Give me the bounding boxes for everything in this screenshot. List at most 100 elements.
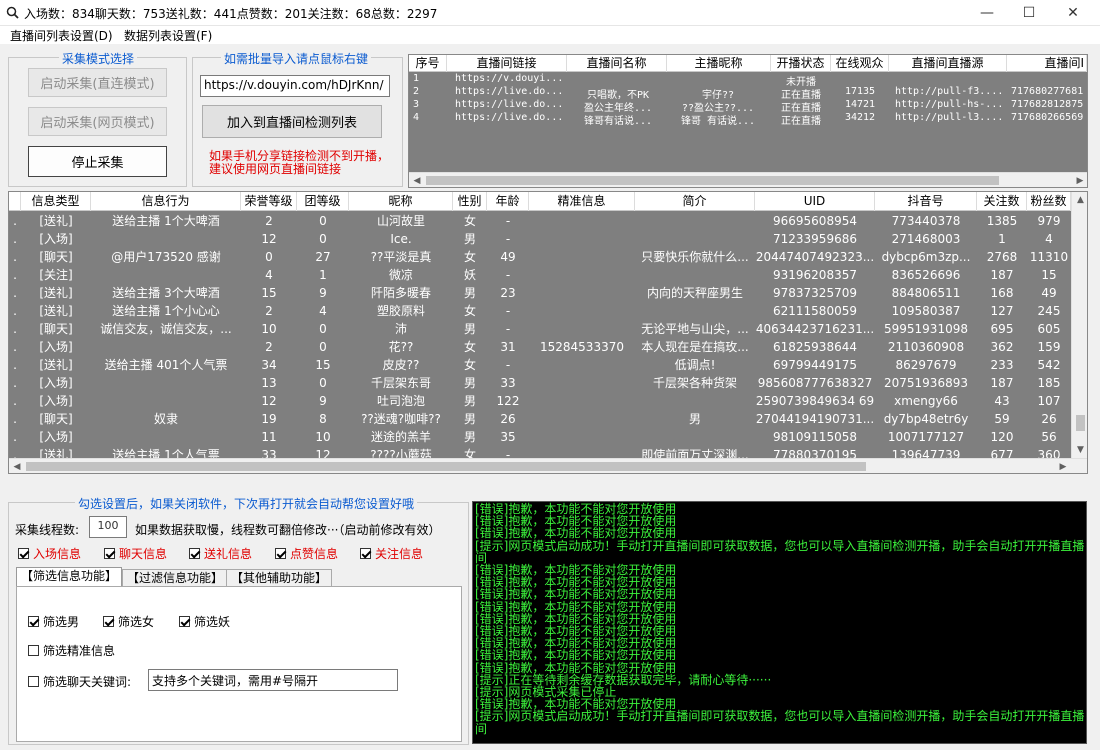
table-cell: [聊天] <box>39 322 73 336</box>
check-enter-info[interactable]: 入场信息 <box>18 545 81 562</box>
start-direct-button[interactable]: 启动采集(直连模式) <box>28 68 167 97</box>
table-row[interactable]: . [送礼] 送给主播 1个大啤酒 2 0 山河故里 女 - 96695608954 773440… <box>9 212 1071 230</box>
tab-exclude-info[interactable]: 【过滤信息功能】 <box>122 569 229 587</box>
table-cell: 诚信交友，诚信交友，... <box>100 322 232 336</box>
check-gift-info[interactable]: 送礼信息 <box>189 545 252 562</box>
table-row[interactable]: . [送礼] 送给主播 1个小心心 2 4 塑胶原料 女 - 62111580059 109580… <box>9 302 1071 320</box>
check-chat-info[interactable]: 聊天信息 <box>104 545 167 562</box>
grid-col-age[interactable]: 年龄 <box>487 192 529 211</box>
table-row[interactable]: . [入场] 13 0 千层架东哥 男 33 千层架各种货架 985608777638327 20… <box>9 374 1071 392</box>
table-cell: 低调点! <box>674 358 716 372</box>
room-col-viewers[interactable]: 在线观众 <box>831 55 889 72</box>
table-cell <box>529 356 635 374</box>
start-web-button[interactable]: 启动采集(网页模式) <box>28 107 167 136</box>
table-cell: 1 <box>998 232 1006 246</box>
table-row[interactable]: . [关注] 4 1 微凉 妖 - 93196208357 836526696 187 15 <box>9 266 1071 284</box>
table-cell <box>91 392 241 410</box>
tab-filter-info[interactable]: 【筛选信息功能】 <box>16 567 123 587</box>
add-to-list-button[interactable]: 加入到直播间检测列表 <box>202 105 382 138</box>
grid-col-precise[interactable]: 精准信息 <box>529 192 635 211</box>
stop-button[interactable]: 停止采集 <box>28 146 167 177</box>
room-list[interactable]: 序号 直播间链接 直播间名称 主播昵称 开播状态 在线观众 直播间直播源 直播间… <box>408 54 1088 188</box>
data-grid[interactable]: 信息类型 信息行为 荣誉等级 团等级 昵称 性别 年龄 精准信息 简介 UID … <box>8 191 1088 474</box>
table-row[interactable]: . [送礼] 送给主播 3个大啤酒 15 9 阡陌多暖春 男 23 内向的天秤座男生 978373… <box>9 284 1071 302</box>
check-like-info[interactable]: 点赞信息 <box>275 545 338 562</box>
check-filter-keywords[interactable]: 筛选聊天关键词: <box>28 673 131 690</box>
scroll-left-icon[interactable]: ◀ <box>409 173 425 187</box>
grid-col-fans[interactable]: 粉丝数 <box>1027 192 1071 211</box>
menu-room-list-settings[interactable]: 直播间列表设置(D) <box>10 27 113 44</box>
log-console[interactable]: [错误]抱歉，本功能不能对您开放使用 [错误]抱歉，本功能不能对您开放使用 [错误]… <box>472 501 1087 744</box>
data-grid-vscroll[interactable]: ▲ ▼ <box>1071 192 1087 458</box>
grid-col-action[interactable]: 信息行为 <box>91 192 241 211</box>
data-grid-hscroll[interactable]: ◀ ▶ <box>9 458 1087 473</box>
thread-input[interactable]: 100 <box>89 516 127 538</box>
room-list-hscroll[interactable]: ◀ ▶ <box>409 172 1087 187</box>
room-col-index[interactable]: 序号 <box>409 55 447 72</box>
grid-col-honor[interactable]: 荣誉等级 <box>241 192 297 211</box>
table-row[interactable]: . [聊天] @用户173520 感谢 0 27 ??平淡是真 女 49 只要快乐你就什么...… <box>9 248 1071 266</box>
table-cell: 2768 <box>986 250 1018 264</box>
row-marker: . <box>13 394 17 408</box>
grid-col-douyin-id[interactable]: 抖音号 <box>875 192 977 211</box>
data-grid-hscroll-thumb[interactable] <box>26 462 866 471</box>
grid-col-nickname[interactable]: 昵称 <box>349 192 453 211</box>
grid-col-type[interactable]: 信息类型 <box>21 192 91 211</box>
table-cell: 迷途的羔羊 <box>370 430 431 444</box>
keyword-input[interactable]: 支持多个关键词，需用#号隔开 <box>148 669 398 691</box>
scroll-up-icon[interactable]: ▲ <box>1072 192 1087 208</box>
room-list-hscroll-thumb[interactable] <box>426 176 999 185</box>
table-row[interactable]: . [入场] 12 0 Ice. 男 - 71233959686 271468003 1 4 <box>9 230 1071 248</box>
scroll-down-icon[interactable]: ▼ <box>1072 442 1087 458</box>
room-col-id[interactable]: 直播间I <box>1007 55 1087 72</box>
log-line: [错误]抱歉，本功能不能对您开放使用 <box>475 526 677 541</box>
scroll-right-icon[interactable]: ▶ <box>1072 173 1087 187</box>
check-follow-label: 关注信息 <box>375 547 424 561</box>
check-follow-info[interactable]: 关注信息 <box>360 545 423 562</box>
data-grid-vscroll-thumb[interactable] <box>1076 415 1085 431</box>
table-row[interactable]: . [入场] 12 9 吐司泡泡 男 122 2590739849634 69 xmengy66… <box>9 392 1071 410</box>
minimize-button[interactable]: — <box>964 0 1010 26</box>
menu-data-list-settings[interactable]: 数据列表设置(F) <box>124 27 212 44</box>
room-url-input[interactable]: https://v.douyin.com/hDJrKnn/ <box>200 75 390 97</box>
room-col-source[interactable]: 直播间直播源 <box>889 55 1007 72</box>
table-cell: 15 <box>261 286 277 300</box>
room-col-link[interactable]: 直播间链接 <box>447 55 567 72</box>
table-cell: 13 <box>261 376 277 390</box>
table-row[interactable]: . [入场] 2 0 花?? 女 31 15284533370 本人现在是在搞玫... 61825… <box>9 338 1071 356</box>
check-filter-precise[interactable]: 筛选精准信息 <box>28 642 115 659</box>
table-cell: 10 <box>315 430 331 444</box>
check-filter-other[interactable]: 筛选妖 <box>179 613 230 630</box>
tab-other-tools[interactable]: 【其他辅助功能】 <box>226 569 333 587</box>
grid-scroll-left-icon[interactable]: ◀ <box>9 459 25 473</box>
check-filter-female[interactable]: 筛选女 <box>103 613 154 630</box>
table-cell: 阡陌多暖春 <box>370 286 431 300</box>
room-list-row[interactable]: 3 https://live.do... 盈公主年终... ??盈公主??... 正在直… <box>409 99 1087 114</box>
table-row[interactable]: . [聊天] 奴隶 19 8 ??迷魂?咖啡?? 男 26 男 27044194190731...… <box>9 410 1071 428</box>
close-button[interactable]: ✕ <box>1050 0 1096 26</box>
check-filter-male[interactable]: 筛选男 <box>28 613 79 630</box>
room-col-name[interactable]: 直播间名称 <box>567 55 667 72</box>
table-row[interactable]: . [聊天] 诚信交友，诚信交友，... 10 0 沛 男 - 无论平地与山尖，... 40634… <box>9 320 1071 338</box>
table-row[interactable]: . [入场] 11 10 迷途的羔羊 男 35 98109115058 1007177127 12… <box>9 428 1071 446</box>
room-list-row[interactable]: 2 https://live.do... 只唱歌，不PK 宇仔?? 正在直播 17135 h… <box>409 86 1087 101</box>
maximize-button[interactable]: ☐ <box>1006 0 1052 26</box>
table-cell: [聊天] <box>39 250 73 264</box>
table-cell: 女 <box>463 304 476 318</box>
grid-col-following[interactable]: 关注数 <box>977 192 1027 211</box>
grid-col-fan-level[interactable]: 团等级 <box>297 192 349 211</box>
row-marker: . <box>13 232 17 246</box>
table-cell: 86297679 <box>895 358 957 372</box>
table-row[interactable]: . [送礼] 送给主播 401个人气票 34 15 皮皮?? 女 - 低调点! 697994491… <box>9 356 1071 374</box>
room-col-status[interactable]: 开播状态 <box>771 55 831 72</box>
grid-col-gender[interactable]: 性别 <box>453 192 487 211</box>
room-list-row[interactable]: 1 https://v.douyi... 未开播 <box>409 73 1087 88</box>
grid-col-uid[interactable]: UID <box>755 192 875 211</box>
checkbox-unchecked-icon <box>28 676 39 687</box>
grid-col-bio[interactable]: 简介 <box>635 192 755 211</box>
room-list-row[interactable]: 4 https://live.do... 锋哥有话说... 锋哥 有话说... 正在直播… <box>409 112 1087 127</box>
grid-scroll-right-icon[interactable]: ▶ <box>1055 459 1071 473</box>
table-cell: 送给主播 1个大啤酒 <box>112 214 220 228</box>
room-col-host[interactable]: 主播昵称 <box>667 55 771 72</box>
table-cell: ??迷魂?咖啡?? <box>361 412 441 426</box>
